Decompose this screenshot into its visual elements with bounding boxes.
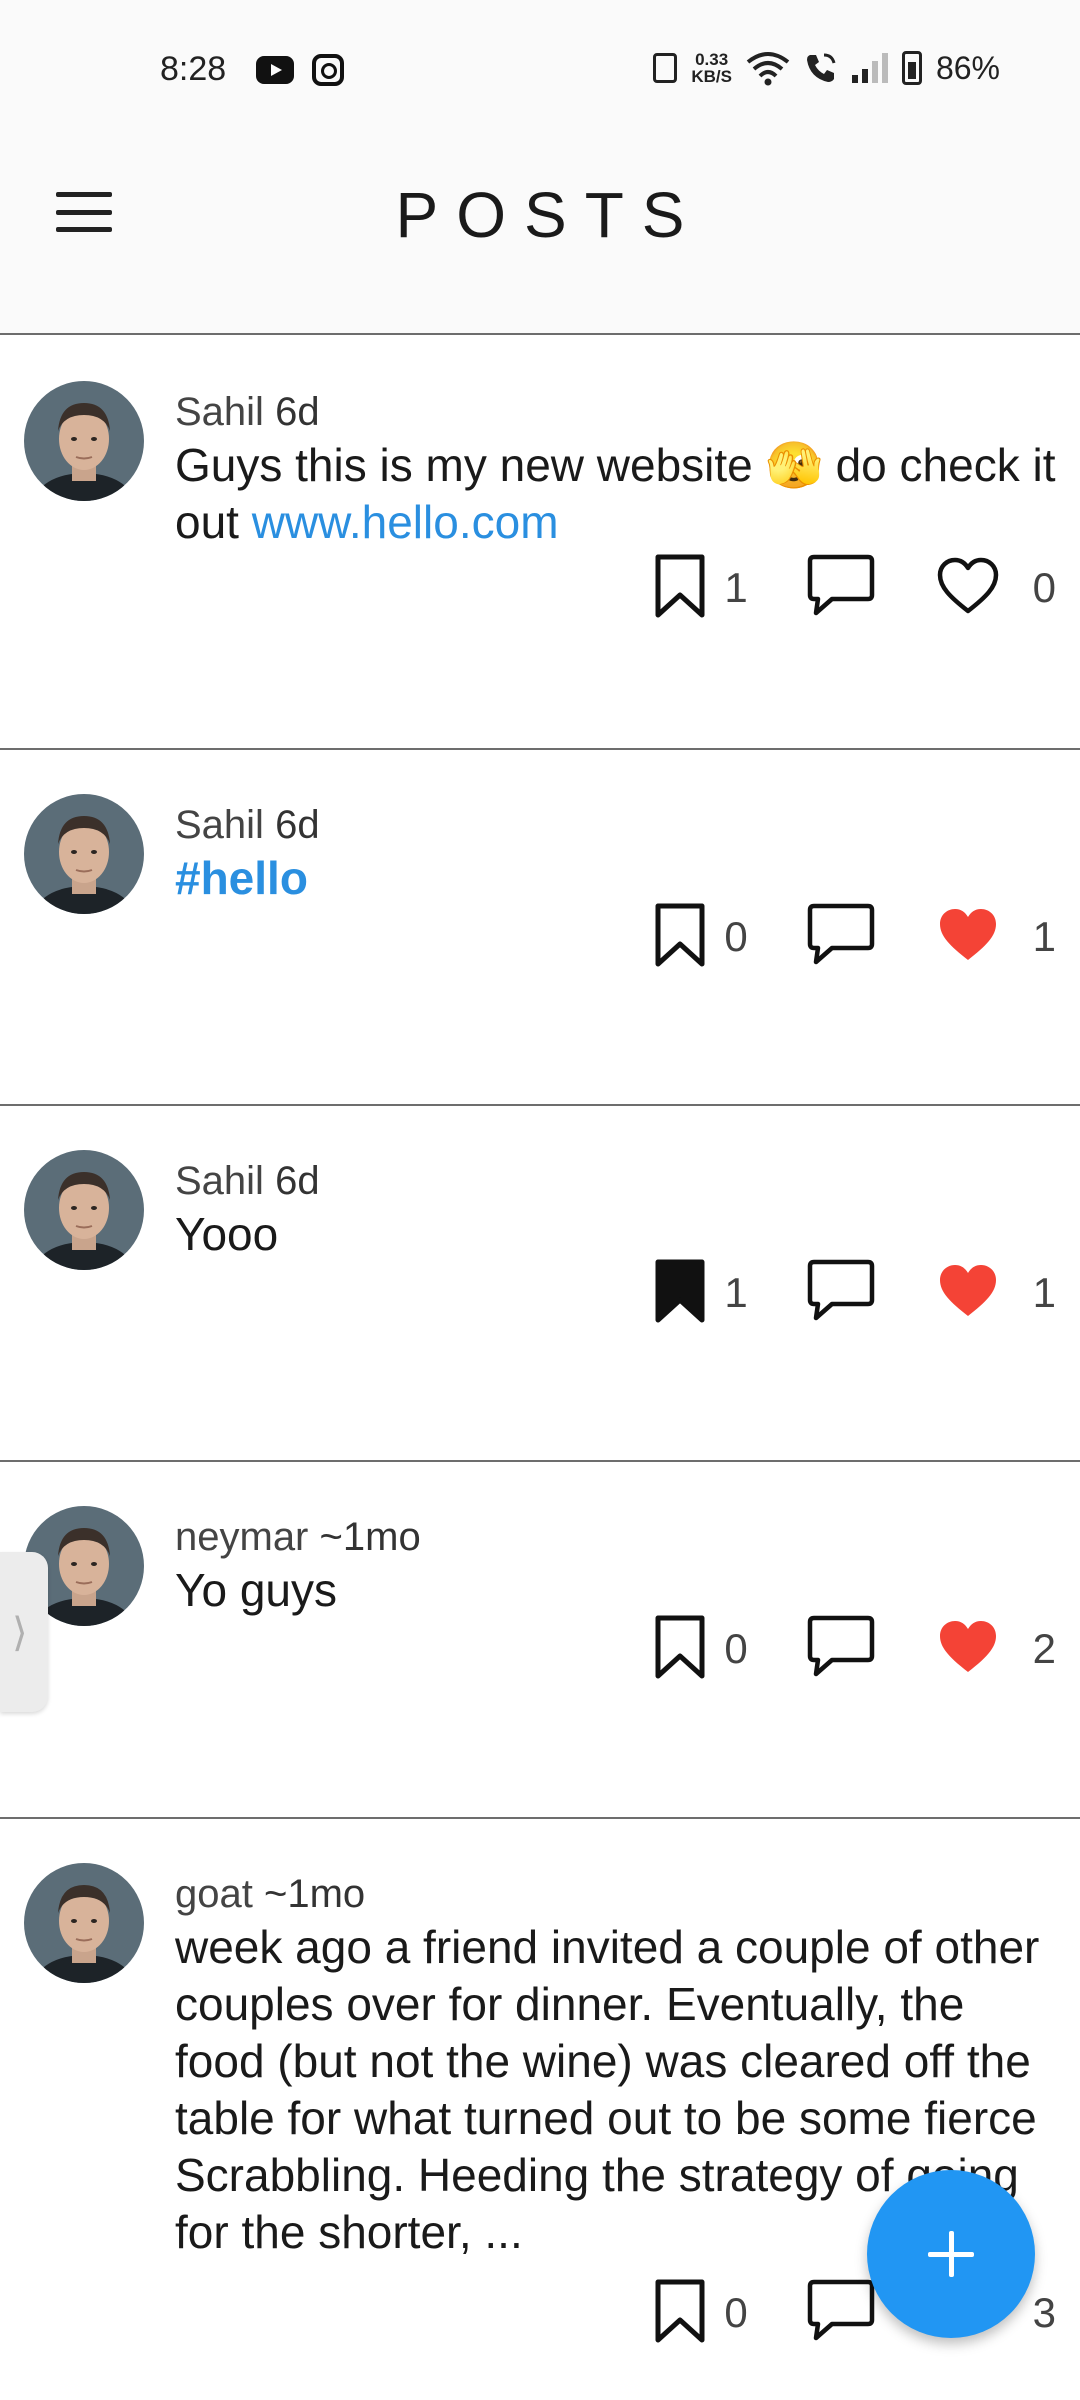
bookmark-button[interactable]: 1 bbox=[654, 553, 766, 624]
status-icons: 0.33 KB/S 86% bbox=[653, 48, 1000, 88]
heart-filled-icon bbox=[936, 1618, 1000, 1681]
post-body: Sahil 6d Yooo bbox=[175, 1156, 1056, 1263]
bookmark-icon bbox=[654, 2278, 706, 2349]
side-panel-handle[interactable]: ⟩ bbox=[0, 1552, 48, 1712]
wifi-call-icon bbox=[804, 51, 838, 85]
post-item[interactable]: Sahil 6d #hello 0 1 bbox=[0, 750, 1080, 1106]
heart-filled-icon bbox=[936, 1262, 1000, 1325]
network-speed-unit: KB/S bbox=[691, 67, 732, 86]
post-author[interactable]: neymar bbox=[175, 1515, 308, 1559]
post-item[interactable]: Sahil 6d Yooo 1 1 bbox=[0, 1106, 1080, 1462]
avatar[interactable] bbox=[24, 381, 144, 501]
post-time: 6d bbox=[275, 390, 320, 434]
post-item[interactable]: Sahil 6d Guys this is my new website 🫣 d… bbox=[0, 337, 1080, 750]
post-meta: neymar ~1mo bbox=[175, 1512, 1056, 1562]
bookmark-count: 1 bbox=[724, 564, 748, 611]
avatar[interactable] bbox=[24, 794, 144, 914]
like-count: 1 bbox=[1032, 1269, 1056, 1316]
like-count: 0 bbox=[1032, 564, 1056, 611]
posts-list: Sahil 6d Guys this is my new website 🫣 d… bbox=[0, 337, 1080, 2399]
post-meta: goat ~1mo bbox=[175, 1869, 1056, 1919]
heart-filled-icon bbox=[936, 906, 1000, 969]
post-meta: Sahil 6d bbox=[175, 387, 1056, 437]
like-button[interactable]: 0 bbox=[936, 557, 1056, 620]
post-item[interactable]: neymar ~1mo Yo guys 0 2 bbox=[0, 1462, 1080, 1819]
app-bar: POSTS bbox=[0, 140, 1080, 335]
signal-icon bbox=[851, 53, 888, 83]
bookmark-button[interactable]: 0 bbox=[654, 1614, 766, 1685]
add-post-button[interactable] bbox=[867, 2170, 1035, 2338]
post-author[interactable]: Sahil bbox=[175, 1159, 264, 1203]
like-count: 1 bbox=[1032, 913, 1056, 960]
post-author[interactable]: goat bbox=[175, 1872, 253, 1916]
bookmark-icon bbox=[654, 902, 706, 973]
post-time: 6d bbox=[275, 1159, 320, 1203]
like-button[interactable]: 1 bbox=[936, 1262, 1056, 1325]
comment-icon bbox=[806, 2278, 876, 2349]
comment-button[interactable] bbox=[806, 553, 876, 624]
post-body: neymar ~1mo Yo guys bbox=[175, 1512, 1056, 1619]
bookmark-filled-icon bbox=[654, 1258, 706, 1329]
post-body: Sahil 6d Guys this is my new website 🫣 d… bbox=[175, 387, 1056, 551]
wifi-icon bbox=[746, 50, 790, 86]
bookmark-count: 0 bbox=[724, 2289, 748, 2336]
like-button[interactable]: 1 bbox=[936, 906, 1056, 969]
battery-percent: 86% bbox=[935, 49, 1000, 86]
avatar[interactable] bbox=[24, 1863, 144, 1983]
post-actions: 0 2 bbox=[654, 1609, 1056, 1689]
post-time: ~1mo bbox=[319, 1515, 421, 1559]
post-actions: 1 1 bbox=[654, 1253, 1056, 1333]
vibrate-icon bbox=[653, 53, 678, 83]
post-time: ~1mo bbox=[263, 1872, 366, 1916]
page-title: POSTS bbox=[395, 179, 703, 251]
youtube-icon bbox=[256, 56, 294, 84]
post-actions: 0 1 bbox=[654, 897, 1056, 977]
comment-icon bbox=[806, 553, 876, 624]
post-author[interactable]: Sahil bbox=[175, 803, 264, 847]
post-meta: Sahil 6d bbox=[175, 800, 1056, 850]
comment-button[interactable] bbox=[806, 1258, 876, 1329]
bookmark-count: 0 bbox=[724, 913, 748, 960]
post-time: 6d bbox=[275, 803, 320, 847]
post-text: Guys this is my new website 🫣 do check i… bbox=[175, 437, 1056, 551]
avatar[interactable] bbox=[24, 1150, 144, 1270]
post-hashtag[interactable]: #hello bbox=[175, 852, 308, 904]
bookmark-icon bbox=[654, 553, 706, 624]
like-button[interactable]: 2 bbox=[936, 1618, 1056, 1681]
comment-button[interactable] bbox=[806, 2278, 876, 2349]
bookmark-button[interactable]: 0 bbox=[654, 902, 766, 973]
post-link[interactable]: www.hello.com bbox=[252, 496, 559, 548]
comment-button[interactable] bbox=[806, 1614, 876, 1685]
post-body: Sahil 6d #hello bbox=[175, 800, 1056, 907]
post-meta: Sahil 6d bbox=[175, 1156, 1056, 1206]
bookmark-button[interactable]: 0 bbox=[654, 2278, 766, 2349]
bookmark-button[interactable]: 1 bbox=[654, 1258, 766, 1329]
status-time: 8:28 bbox=[160, 50, 227, 88]
comment-button[interactable] bbox=[806, 902, 876, 973]
post-actions: 1 0 bbox=[654, 548, 1056, 628]
like-count: 2 bbox=[1032, 1625, 1056, 1672]
instagram-icon bbox=[312, 54, 344, 86]
bookmark-count: 1 bbox=[724, 1269, 748, 1316]
status-bar: 8:28 0.33 KB/S 86% bbox=[0, 0, 1080, 140]
network-speed: 0.33 KB/S bbox=[691, 51, 732, 85]
chevron-right-icon: ⟩ bbox=[12, 1611, 28, 1655]
post-author[interactable]: Sahil bbox=[175, 390, 264, 434]
heart-outline-icon bbox=[936, 557, 1000, 620]
comment-icon bbox=[806, 1258, 876, 1329]
bookmark-count: 0 bbox=[724, 1625, 748, 1672]
battery-icon bbox=[901, 51, 922, 85]
bookmark-icon bbox=[654, 1614, 706, 1685]
comment-icon bbox=[806, 902, 876, 973]
network-speed-value: 0.33 bbox=[695, 50, 729, 69]
comment-icon bbox=[806, 1614, 876, 1685]
